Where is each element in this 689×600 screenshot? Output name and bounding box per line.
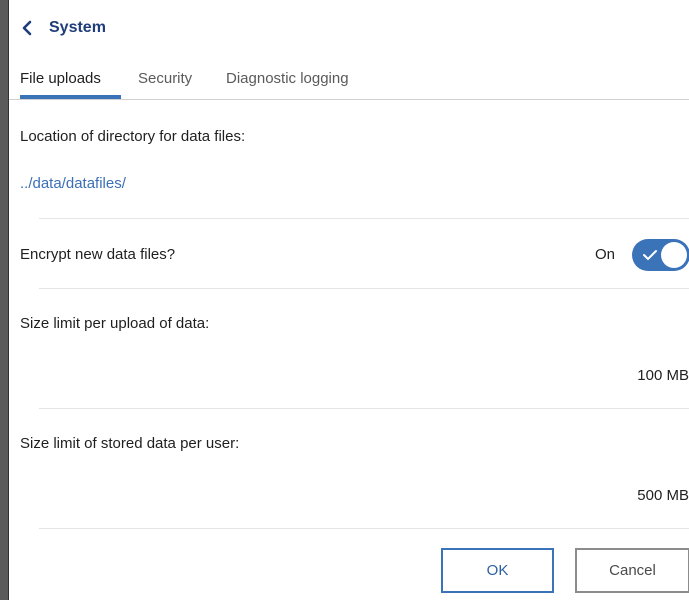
- tab-diagnostic-logging[interactable]: Diagnostic logging: [226, 68, 349, 90]
- toggle-knob: [661, 242, 687, 268]
- active-tab-indicator: [20, 95, 121, 99]
- stored-limit-label: Size limit of stored data per user:: [20, 435, 240, 452]
- encrypt-state-text: On: [595, 246, 616, 263]
- divider: [39, 288, 689, 289]
- ok-button[interactable]: OK: [441, 548, 554, 593]
- data-dir-link[interactable]: ../data/datafiles/: [20, 174, 126, 194]
- encrypt-label: Encrypt new data files?: [20, 246, 176, 263]
- upload-limit-label: Size limit per upload of data:: [20, 315, 210, 332]
- tab-bar: File uploads Security Diagnostic logging: [9, 62, 689, 100]
- data-dir-label: Location of directory for data files:: [20, 128, 246, 145]
- tab-file-uploads[interactable]: File uploads: [20, 68, 101, 90]
- divider: [39, 408, 689, 409]
- divider: [39, 218, 689, 219]
- cancel-button[interactable]: Cancel: [575, 548, 689, 593]
- check-icon: [642, 248, 658, 267]
- stored-limit-value: 500 MB: [637, 487, 689, 504]
- tab-security[interactable]: Security: [138, 68, 192, 90]
- system-settings-panel: System File uploads Security Diagnostic …: [8, 0, 689, 600]
- upload-limit-value: 100 MB: [637, 367, 689, 384]
- back-button[interactable]: [20, 16, 34, 40]
- panel-header: System: [9, 0, 689, 52]
- divider: [39, 528, 689, 529]
- page-title: System: [49, 19, 106, 36]
- encrypt-toggle[interactable]: [632, 239, 689, 271]
- chevron-left-icon: [20, 20, 34, 36]
